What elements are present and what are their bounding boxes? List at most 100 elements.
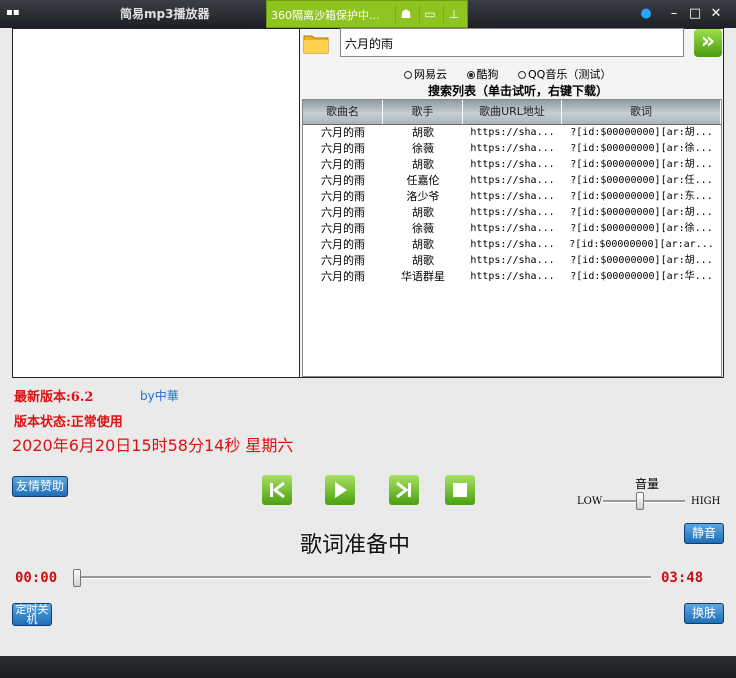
radio-kugou[interactable]: 酷狗: [466, 66, 499, 82]
cell-url: https://sha...: [470, 191, 555, 202]
skip-back-icon: [270, 481, 285, 499]
donate-button[interactable]: 友情赞助: [12, 476, 68, 497]
maximize-icon[interactable]: □: [687, 6, 703, 22]
folder-icon[interactable]: [303, 32, 329, 54]
col-url[interactable]: 歌曲URL地址: [463, 100, 562, 124]
table-row[interactable]: 六月的雨 洛少爷 https://sha... ?[id:$00000000][ar:…: [303, 189, 721, 205]
prev-button[interactable]: [262, 475, 292, 505]
window-title: 简易mp3播放器: [120, 7, 210, 21]
table-row[interactable]: 六月的雨 胡歌 https://sha... ?[id:$00000000][ar:胡…: [303, 205, 721, 221]
table-row[interactable]: 六月的雨 徐薇 https://sha... ?[id:$00000000][ar:徐…: [303, 221, 721, 237]
source-selector: 网易云 酷狗 QQ音乐（测试）: [404, 66, 627, 82]
mute-button[interactable]: 静音: [684, 523, 724, 544]
sandbox-pin-icon[interactable]: ⊥: [443, 5, 464, 23]
sandbox-banner: 360隔离沙箱保护中... ☗ ▭ ⊥: [266, 0, 468, 28]
search-go-button[interactable]: »: [694, 29, 722, 57]
close-icon[interactable]: ✕: [708, 6, 724, 22]
search-results-table: 歌曲名 歌手 歌曲URL地址 歌词 六月的雨 胡歌 https://sha... ?[…: [302, 99, 722, 377]
cell-url: https://sha...: [470, 239, 555, 250]
cell-song-name: 六月的雨: [321, 254, 365, 267]
cell-lyrics: ?[id:$00000000][ar:任...: [570, 175, 713, 186]
cell-url: https://sha...: [470, 175, 555, 186]
author-label: by中華: [140, 389, 179, 403]
skip-forward-icon: [396, 481, 411, 499]
cell-url: https://sha...: [470, 207, 555, 218]
progress-slider-thumb[interactable]: [73, 569, 81, 587]
status-bar: [0, 656, 736, 678]
cell-lyrics: ?[id:$00000000][ar:胡...: [570, 159, 713, 170]
cell-lyrics: ?[id:$00000000][ar:胡...: [570, 255, 713, 266]
sandbox-folder-icon[interactable]: ▭: [419, 5, 440, 23]
cell-song-name: 六月的雨: [321, 158, 365, 171]
col-song-name[interactable]: 歌曲名: [303, 100, 383, 124]
cell-url: https://sha...: [470, 255, 555, 266]
volume-high-label: HIGH: [691, 496, 721, 507]
cell-artist: 徐薇: [412, 142, 434, 155]
table-row[interactable]: 六月的雨 胡歌 https://sha... ?[id:$00000000][ar:胡…: [303, 253, 721, 269]
version-label: 最新版本:6.2: [14, 390, 94, 405]
table-row[interactable]: 六月的雨 胡歌 https://sha... ?[id:$00000000][ar:胡…: [303, 125, 721, 141]
search-input[interactable]: 六月的雨: [340, 28, 684, 57]
skin-shirt-icon[interactable]: ●: [638, 6, 654, 22]
cell-artist: 徐薇: [412, 222, 434, 235]
app-menu-icon[interactable]: ▪▪: [6, 8, 20, 18]
cell-song-name: 六月的雨: [321, 190, 365, 203]
table-row[interactable]: 六月的雨 徐薇 https://sha... ?[id:$00000000][ar:徐…: [303, 141, 721, 157]
cell-artist: 华语群星: [401, 270, 445, 283]
datetime-label: 2020年6月20日15时58分14秒 星期六: [12, 436, 294, 455]
cell-artist: 胡歌: [412, 206, 434, 219]
cell-lyrics: ?[id:$00000000][ar:胡...: [570, 207, 713, 218]
radio-qqmusic[interactable]: QQ音乐（测试）: [518, 66, 611, 82]
search-list-title: 搜索列表（单击试听，右键下载）: [428, 84, 609, 98]
current-time: 00:00: [15, 570, 58, 586]
cell-url: https://sha...: [470, 159, 555, 170]
table-row[interactable]: 六月的雨 华语群星 https://sha... ?[id:$00000000][ar…: [303, 269, 721, 285]
col-artist[interactable]: 歌手: [383, 100, 463, 124]
cell-song-name: 六月的雨: [321, 206, 365, 219]
cell-artist: 任嘉伦: [406, 174, 440, 187]
cell-song-name: 六月的雨: [321, 142, 365, 155]
stop-button[interactable]: [445, 475, 475, 505]
cell-lyrics: ?[id:$00000000][ar:徐...: [570, 143, 713, 154]
cell-lyrics: ?[id:$00000000][ar:胡...: [570, 127, 713, 138]
cell-lyrics: ?[id:$00000000][ar:徐...: [570, 223, 713, 234]
version-status: 版本状态:正常使用: [14, 415, 123, 430]
cell-artist: 胡歌: [412, 254, 434, 267]
table-row[interactable]: 六月的雨 胡歌 https://sha... ?[id:$00000000][ar:胡…: [303, 157, 721, 173]
progress-track[interactable]: [76, 576, 651, 579]
play-button[interactable]: [325, 475, 355, 505]
table-row[interactable]: 六月的雨 胡歌 https://sha... ?[id:$00000000][ar:a…: [303, 237, 721, 253]
volume-slider-thumb[interactable]: [636, 492, 645, 510]
cell-song-name: 六月的雨: [321, 238, 365, 251]
main-window: ▪▪ 简易mp3播放器 360隔离沙箱保护中... ☗ ▭ ⊥ ● – □ ✕ …: [0, 0, 736, 678]
col-lyrics[interactable]: 歌词: [562, 100, 721, 124]
minimize-icon[interactable]: –: [666, 6, 682, 22]
lyric-status: 歌词准备中: [300, 533, 411, 558]
cell-song-name: 六月的雨: [321, 222, 365, 235]
cell-url: https://sha...: [470, 223, 555, 234]
sandbox-label: 360隔离沙箱保护中...: [271, 9, 380, 22]
sandbox-shield-icon[interactable]: ☗: [395, 5, 416, 23]
volume-low-label: LOW: [577, 496, 603, 507]
cell-url: https://sha...: [470, 271, 555, 282]
cell-artist: 胡歌: [412, 126, 434, 139]
stop-icon: [453, 483, 467, 497]
skin-button[interactable]: 换肤: [684, 603, 724, 624]
table-header: 歌曲名 歌手 歌曲URL地址 歌词: [303, 100, 721, 125]
cell-lyrics: ?[id:$00000000][ar:东...: [570, 191, 713, 202]
total-time: 03:48: [661, 570, 704, 586]
cell-artist: 胡歌: [412, 238, 434, 251]
cell-artist: 胡歌: [412, 158, 434, 171]
title-bar[interactable]: ▪▪ 简易mp3播放器 360隔离沙箱保护中... ☗ ▭ ⊥ ● – □ ✕: [0, 0, 736, 28]
lyrics-panel: [12, 28, 300, 378]
radio-netease[interactable]: 网易云: [404, 66, 447, 82]
cell-lyrics: ?[id:$00000000][ar:华...: [570, 271, 713, 282]
next-button[interactable]: [389, 475, 419, 505]
table-row[interactable]: 六月的雨 任嘉伦 https://sha... ?[id:$00000000][ar:…: [303, 173, 721, 189]
cell-song-name: 六月的雨: [321, 270, 365, 283]
cell-lyrics: ?[id:$00000000][ar:ar...: [569, 239, 714, 250]
cell-url: https://sha...: [470, 143, 555, 154]
timer-shutdown-button[interactable]: 定时关机: [12, 603, 52, 626]
cell-artist: 洛少爷: [406, 190, 440, 203]
cell-song-name: 六月的雨: [321, 126, 365, 139]
